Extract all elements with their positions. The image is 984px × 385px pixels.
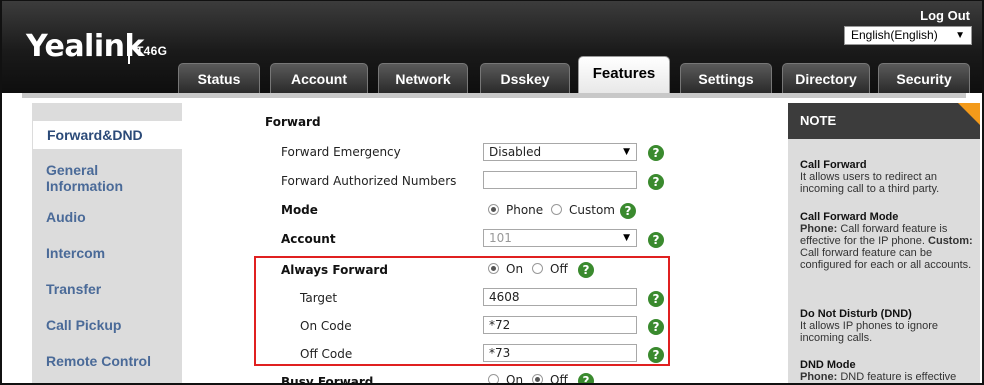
language-select[interactable]: English(English) ▼ <box>844 26 972 45</box>
chevron-down-icon: ▼ <box>623 233 630 243</box>
language-value: English(English) <box>851 28 938 42</box>
tab-account[interactable]: Account <box>270 63 368 93</box>
brand-logo: Yealink <box>26 29 144 64</box>
note-text: It allows IP phones to ignore incoming c… <box>800 320 938 344</box>
mode-phone-label: Phone <box>506 203 544 217</box>
help-icon[interactable]: ? <box>648 291 664 307</box>
sidebar-item-transfer[interactable]: Transfer <box>32 281 182 297</box>
tab-directory[interactable]: Directory <box>782 63 870 93</box>
target-input[interactable]: 4608 <box>483 288 637 306</box>
forward-emergency-value: Disabled <box>489 145 542 159</box>
forward-emergency-select[interactable]: Disabled ▼ <box>483 143 637 161</box>
authorized-numbers-input[interactable] <box>483 171 637 189</box>
tab-features[interactable]: Features <box>578 56 670 93</box>
content-divider <box>22 93 966 98</box>
note-text: Phone: DND feature is effective <box>800 371 976 383</box>
header: Yealink T46G Log Out English(English) ▼ … <box>2 1 982 93</box>
note-phone-label: Phone: <box>800 223 838 235</box>
target-label: Target <box>300 291 338 305</box>
account-label: Account <box>281 232 336 246</box>
always-forward-on-radio[interactable] <box>488 263 499 274</box>
sidebar-item-call-pickup[interactable]: Call Pickup <box>32 317 182 333</box>
main-content: Forward&DND General Information Audio In… <box>2 93 982 385</box>
note-heading: Call Forward Mode <box>800 211 899 223</box>
tab-status[interactable]: Status <box>178 63 260 93</box>
note-phone-text: DND feature is effective <box>840 371 957 383</box>
note-header: NOTE <box>788 103 980 139</box>
authorized-numbers-label: Forward Authorized Numbers <box>281 174 457 188</box>
logo-separator <box>128 34 130 64</box>
chevron-down-icon: ▼ <box>955 30 965 41</box>
sidebar: Forward&DND General Information Audio In… <box>32 103 182 383</box>
note-heading: DND Mode <box>800 359 856 371</box>
off-code-input[interactable]: *73 <box>483 344 637 362</box>
account-value: 101 <box>489 231 512 245</box>
page-frame: Yealink T46G Log Out English(English) ▼ … <box>0 0 984 385</box>
sidebar-item-forward-dnd[interactable]: Forward&DND <box>32 121 182 149</box>
note-custom-label: Custom: <box>928 235 973 247</box>
sidebar-item-general-information[interactable]: General Information <box>32 162 162 194</box>
note-corner-icon <box>958 103 980 125</box>
tab-settings[interactable]: Settings <box>680 63 772 93</box>
mode-phone-radio[interactable] <box>488 204 499 215</box>
account-select[interactable]: 101 ▼ <box>483 229 637 247</box>
forward-emergency-label: Forward Emergency <box>281 145 401 159</box>
busy-forward-label: Busy Forward <box>281 375 374 385</box>
mode-custom-radio[interactable] <box>551 204 562 215</box>
always-forward-on-label: On <box>506 262 524 276</box>
on-code-input[interactable]: *72 <box>483 316 637 334</box>
busy-forward-on-radio[interactable] <box>488 374 499 383</box>
help-icon[interactable]: ? <box>648 174 664 190</box>
sidebar-item-intercom[interactable]: Intercom <box>32 245 182 261</box>
always-forward-off-label: Off <box>550 262 568 276</box>
note-text: It allows users to redirect an incoming … <box>800 171 940 195</box>
help-icon[interactable]: ? <box>648 347 664 363</box>
logout-link[interactable]: Log Out <box>920 8 970 23</box>
on-code-label: On Code <box>300 319 352 333</box>
note-heading: Call Forward <box>800 159 867 171</box>
help-icon[interactable]: ? <box>648 319 664 335</box>
help-icon[interactable]: ? <box>578 262 594 278</box>
sidebar-item-audio[interactable]: Audio <box>32 209 182 225</box>
always-forward-off-radio[interactable] <box>532 263 543 274</box>
busy-forward-off-radio[interactable] <box>532 374 543 383</box>
sidebar-item-remote-control[interactable]: Remote Control <box>32 353 182 369</box>
mode-label: Mode <box>281 203 318 217</box>
mode-custom-label: Custom <box>569 203 615 217</box>
note-text: Phone: Call forward feature is effective… <box>800 223 976 271</box>
busy-forward-off-label: Off <box>550 373 568 385</box>
help-icon[interactable]: ? <box>648 145 664 161</box>
help-icon[interactable]: ? <box>578 373 594 383</box>
note-custom-text: Call forward feature can be configured f… <box>800 247 972 271</box>
note-title: NOTE <box>800 113 837 128</box>
busy-forward-on-label: On <box>506 373 524 385</box>
help-icon[interactable]: ? <box>620 203 636 219</box>
section-title: Forward <box>265 115 321 129</box>
model-label: T46G <box>136 44 168 58</box>
tab-security[interactable]: Security <box>878 63 970 93</box>
help-icon[interactable]: ? <box>648 232 664 248</box>
note-panel: NOTE Call Forward It allows users to red… <box>788 103 980 383</box>
chevron-down-icon: ▼ <box>623 147 630 157</box>
off-code-label: Off Code <box>300 347 353 361</box>
note-phone-label: Phone: <box>800 371 838 383</box>
note-heading: Do Not Disturb (DND) <box>800 308 912 320</box>
tab-network[interactable]: Network <box>378 63 468 93</box>
tab-dsskey[interactable]: Dsskey <box>480 63 570 93</box>
always-forward-label: Always Forward <box>281 263 388 277</box>
